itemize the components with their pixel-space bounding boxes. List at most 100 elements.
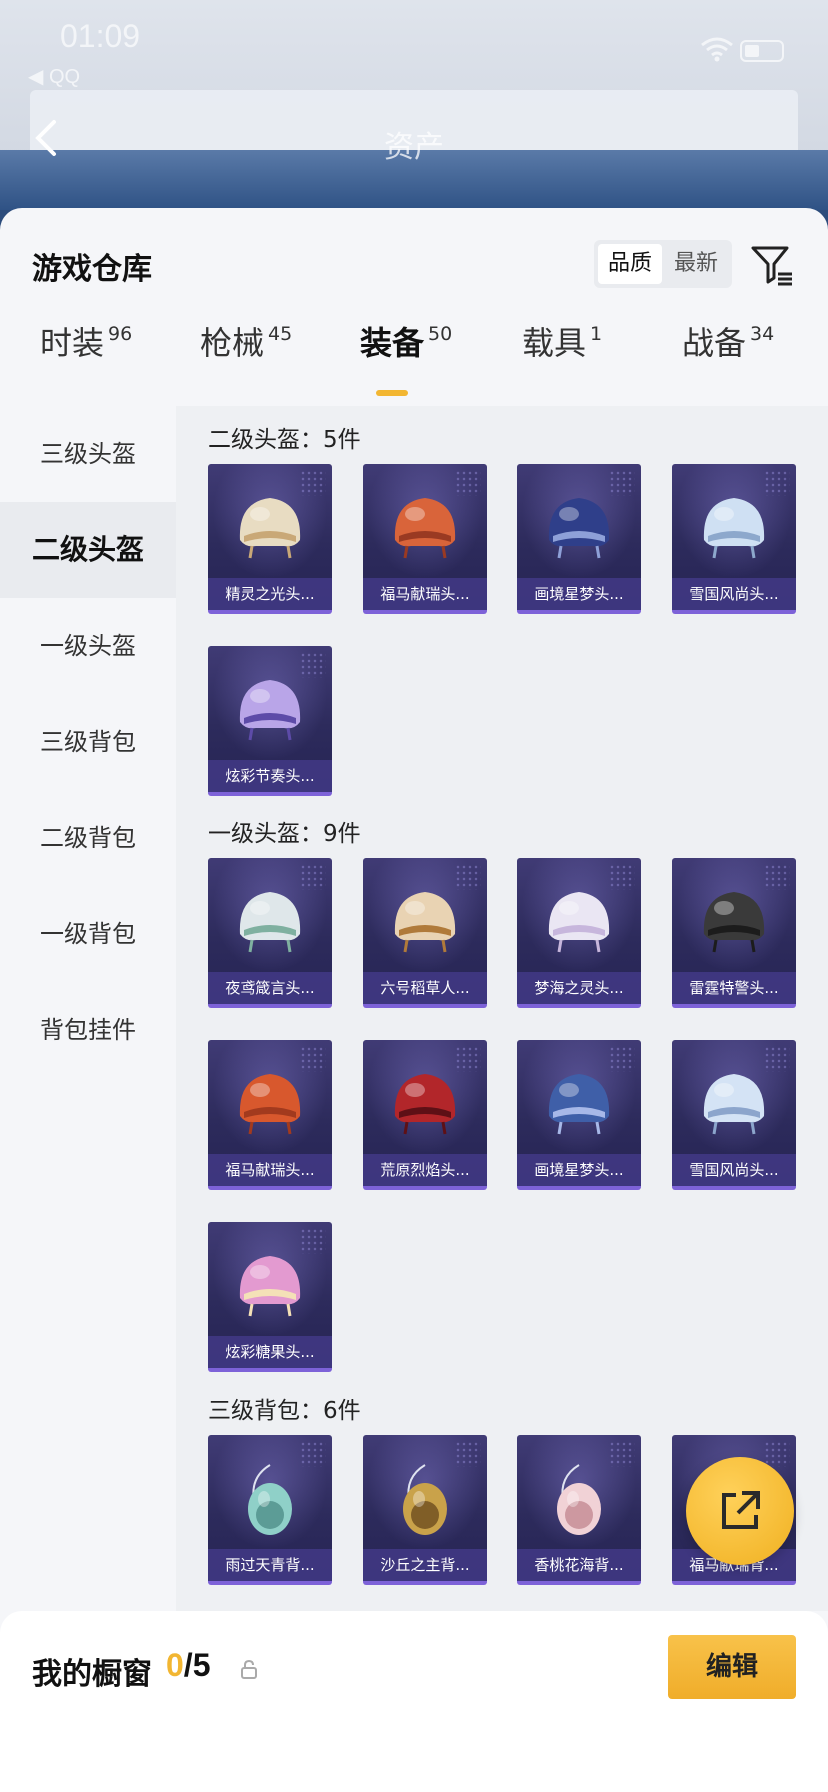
tab-fashion[interactable]: 时装 96 bbox=[40, 318, 132, 364]
item-card[interactable]: 雪国风尚头... bbox=[672, 1040, 796, 1190]
filter-icon[interactable] bbox=[750, 244, 794, 288]
tab-guns[interactable]: 枪械 45 bbox=[200, 318, 292, 364]
item-card[interactable]: 夜鸢箴言头... bbox=[208, 858, 332, 1008]
sort-quality-button[interactable]: 品质 bbox=[598, 244, 662, 284]
item-name: 雨过天青背... bbox=[208, 1549, 332, 1581]
share-button[interactable] bbox=[686, 1457, 794, 1565]
subcategory-sidebar: 三级头盔 二级头盔 一级头盔 三级背包 二级背包 一级背包 背包挂件 bbox=[0, 406, 176, 1611]
helmet-icon bbox=[548, 1074, 610, 1135]
status-back-to-app[interactable]: ◀ QQ bbox=[28, 64, 80, 89]
sidebar-item-level2-backpack[interactable]: 二级背包 bbox=[0, 790, 176, 886]
sidebar-item-level2-helmet[interactable]: 二级头盔 bbox=[0, 502, 176, 598]
item-card[interactable]: 福马献瑞头... bbox=[363, 464, 487, 614]
showcase-total: /5 bbox=[183, 1647, 211, 1683]
item-name: 荒原烈焰头... bbox=[363, 1154, 487, 1186]
helmet-icon bbox=[548, 498, 610, 559]
helmet-icon bbox=[703, 1074, 765, 1135]
item-card[interactable]: 画境星梦头... bbox=[517, 1040, 641, 1190]
helmet-icon bbox=[239, 1074, 301, 1135]
section-title: 二级头盔：5件 bbox=[208, 427, 361, 453]
item-name: 雪国风尚头... bbox=[672, 1154, 796, 1186]
status-time: 01:09 bbox=[60, 18, 141, 54]
tab-gear[interactable]: 战备 34 bbox=[682, 318, 774, 364]
battery-icon bbox=[740, 40, 784, 62]
category-tabs: 时装 96 枪械 45 装备 50 载具 1 战备 34 bbox=[0, 308, 828, 388]
item-card[interactable]: 香桃花海背... bbox=[517, 1435, 641, 1585]
tab-label: 枪械 bbox=[200, 324, 265, 362]
item-name: 雷霆特警头... bbox=[672, 972, 796, 1004]
showcase-label: 我的橱窗 bbox=[32, 1657, 152, 1692]
sheet-title: 游戏仓库 bbox=[32, 252, 152, 287]
sidebar-item-level1-backpack[interactable]: 一级背包 bbox=[0, 886, 176, 982]
item-grid: 二级头盔：5件 精灵之光头... 福马献瑞头... 画境星梦头... 雪国风尚头… bbox=[176, 406, 828, 1611]
tab-label: 战备 bbox=[682, 324, 747, 362]
backpack-icon bbox=[403, 1464, 447, 1535]
tab-count: 34 bbox=[750, 323, 775, 345]
item-name: 六号稻草人... bbox=[363, 972, 487, 1004]
tab-count: 96 bbox=[108, 323, 133, 345]
tab-count: 45 bbox=[268, 323, 293, 345]
sidebar-item-level1-helmet[interactable]: 一级头盔 bbox=[0, 598, 176, 694]
item-card[interactable]: 福马献瑞头... bbox=[208, 1040, 332, 1190]
sidebar-item-level3-backpack[interactable]: 三级背包 bbox=[0, 694, 176, 790]
tab-count: 50 bbox=[428, 323, 453, 345]
item-card[interactable]: 梦海之灵头... bbox=[517, 858, 641, 1008]
sidebar-item-backpack-charm[interactable]: 背包挂件 bbox=[0, 982, 176, 1078]
tab-label: 时装 bbox=[40, 324, 105, 362]
lock-icon bbox=[241, 1659, 257, 1679]
showcase-current: 0 bbox=[166, 1647, 184, 1683]
backpack-icon bbox=[248, 1464, 292, 1535]
item-name: 沙丘之主背... bbox=[363, 1549, 487, 1581]
helmet-icon bbox=[548, 892, 610, 953]
item-card[interactable]: 画境星梦头... bbox=[517, 464, 641, 614]
item-card[interactable]: 炫彩糖果头... bbox=[208, 1222, 332, 1372]
section-title: 一级头盔：9件 bbox=[208, 821, 361, 847]
sidebar-item-level3-helmet[interactable]: 三级头盔 bbox=[0, 406, 176, 502]
helmet-icon bbox=[394, 498, 456, 559]
helmet-icon bbox=[394, 1074, 456, 1135]
page-title: 资产 bbox=[384, 130, 444, 165]
tab-equipment[interactable]: 装备 50 bbox=[360, 318, 452, 364]
item-card[interactable]: 炫彩节奏头... bbox=[208, 646, 332, 796]
item-card[interactable]: 荒原烈焰头... bbox=[363, 1040, 487, 1190]
item-card[interactable]: 雨过天青背... bbox=[208, 1435, 332, 1585]
wifi-icon bbox=[701, 37, 733, 62]
section-title: 三级背包：6件 bbox=[208, 1398, 361, 1424]
tab-label: 装备 bbox=[360, 324, 425, 362]
item-card[interactable]: 沙丘之主背... bbox=[363, 1435, 487, 1585]
item-name: 炫彩糖果头... bbox=[208, 1336, 332, 1368]
share-icon bbox=[722, 1491, 760, 1529]
helmet-icon bbox=[394, 892, 456, 953]
background-header: 01:09 ◀ QQ 资产 bbox=[0, 0, 828, 210]
item-name: 福马献瑞头... bbox=[363, 578, 487, 610]
helmet-icon bbox=[703, 498, 765, 559]
item-name: 画境星梦头... bbox=[517, 1154, 641, 1186]
tab-label: 载具 bbox=[522, 324, 587, 362]
helmet-icon bbox=[239, 892, 301, 953]
sort-newest-button[interactable]: 最新 bbox=[664, 244, 728, 284]
item-card[interactable]: 雷霆特警头... bbox=[672, 858, 796, 1008]
sort-toggle: 品质 最新 bbox=[594, 240, 732, 288]
item-name: 福马献瑞头... bbox=[208, 1154, 332, 1186]
item-card[interactable]: 精灵之光头... bbox=[208, 464, 332, 614]
backpack-icon bbox=[557, 1464, 601, 1535]
item-name: 香桃花海背... bbox=[517, 1549, 641, 1581]
item-card[interactable]: 六号稻草人... bbox=[363, 858, 487, 1008]
helmet-icon bbox=[239, 498, 301, 559]
tab-vehicles[interactable]: 载具 1 bbox=[522, 318, 602, 364]
item-name: 精灵之光头... bbox=[208, 578, 332, 610]
item-name: 画境星梦头... bbox=[517, 578, 641, 610]
showcase-bar: 我的橱窗 0/5 编辑 bbox=[0, 1611, 828, 1792]
item-name: 梦海之灵头... bbox=[517, 972, 641, 1004]
warehouse-sheet: 游戏仓库 品质 最新 时装 96 枪械 45 装备 50 载具 1 战备 34 三级头盔 … bbox=[0, 208, 828, 1792]
helmet-icon bbox=[703, 892, 765, 953]
active-tab-indicator bbox=[376, 390, 408, 396]
showcase-count: 0/5 bbox=[166, 1647, 210, 1684]
edit-button[interactable]: 编辑 bbox=[668, 1635, 796, 1699]
item-name: 雪国风尚头... bbox=[672, 578, 796, 610]
tab-count: 1 bbox=[590, 323, 603, 345]
item-card[interactable]: 雪国风尚头... bbox=[672, 464, 796, 614]
helmet-icon bbox=[239, 680, 301, 741]
item-name: 夜鸢箴言头... bbox=[208, 972, 332, 1004]
item-name: 炫彩节奏头... bbox=[208, 760, 332, 792]
